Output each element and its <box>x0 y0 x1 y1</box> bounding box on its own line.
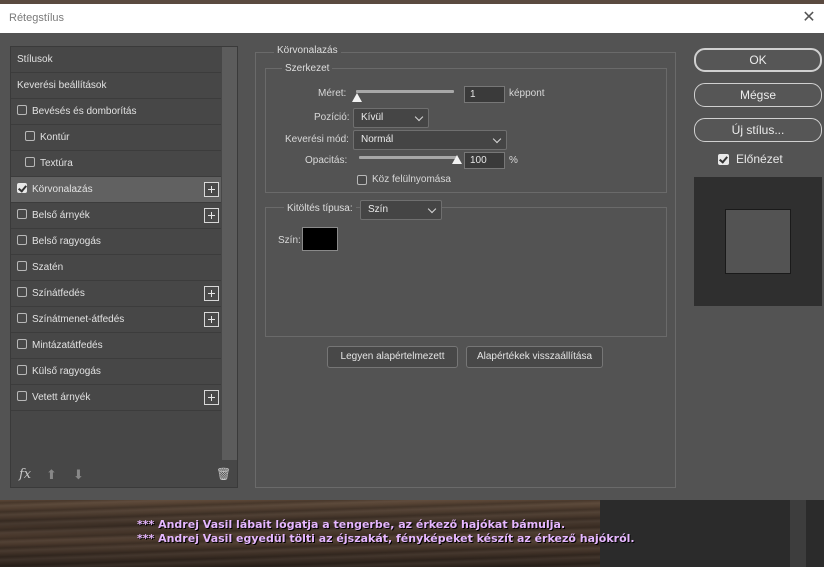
style-checkbox[interactable] <box>25 131 35 141</box>
cancel-button[interactable]: Mégse <box>694 83 822 107</box>
fill-type-value: Szín <box>368 204 389 215</box>
style-list-item[interactable]: Belső ragyogás <box>11 229 221 255</box>
chevron-down-icon <box>427 204 437 214</box>
style-item-label: Színátmenet-átfedés <box>32 314 125 325</box>
chat-line: *** Andrej Vasil lábait lógatja a tenger… <box>137 518 566 531</box>
style-list-item[interactable]: Szatén <box>11 255 221 281</box>
reset-default-button[interactable]: Alapértékek visszaállítása <box>466 346 603 368</box>
chat-overlay: *** Andrej Vasil lábait lógatja a tenger… <box>137 518 635 546</box>
style-checkbox[interactable] <box>17 339 27 349</box>
blend-mode-label: Keverési mód: <box>285 134 349 145</box>
style-item-label: Belső árnyék <box>32 210 90 221</box>
style-item-label: Mintázatátfedés <box>32 340 103 351</box>
style-item-label: Külső ragyogás <box>32 366 101 377</box>
size-label: Méret: <box>318 88 347 99</box>
style-item-label: Szatén <box>32 262 64 273</box>
style-list-item[interactable]: Vetett árnyék <box>11 385 221 411</box>
section-title: Körvonalazás <box>274 45 341 56</box>
overprint-checkbox[interactable] <box>357 175 367 185</box>
opacity-slider-thumb[interactable] <box>452 155 462 164</box>
color-swatch[interactable] <box>302 227 338 251</box>
style-list-item[interactable]: Bevésés és domborítás <box>11 99 221 125</box>
blend-mode-select[interactable]: Normál <box>353 130 507 150</box>
style-list-item[interactable]: Textúra <box>11 151 221 177</box>
style-item-label: Színátfedés <box>32 288 85 299</box>
opacity-input[interactable]: 100 <box>464 152 505 169</box>
style-checkbox[interactable] <box>17 235 27 245</box>
color-label: Szín: <box>278 235 301 246</box>
trash-icon[interactable]: 🗑 <box>216 467 231 481</box>
preview-box <box>694 177 822 306</box>
fill-type-label: Kitöltés típusa: <box>284 203 356 214</box>
title-bar: Rétegstílus ✕ <box>0 4 824 33</box>
style-item-label: Körvonalazás <box>32 184 93 195</box>
opacity-slider[interactable] <box>359 156 457 159</box>
add-effect-icon[interactable] <box>204 312 219 327</box>
style-list-item[interactable]: Mintázatátfedés <box>11 333 221 359</box>
opacity-unit: % <box>509 155 518 166</box>
style-list-scrollbar[interactable] <box>222 47 237 460</box>
preview-label: Előnézet <box>736 152 783 166</box>
fill-type-select[interactable]: Szín <box>360 200 442 220</box>
add-effect-icon[interactable] <box>204 182 219 197</box>
style-checkbox[interactable] <box>17 209 27 219</box>
style-item-label: Belső ragyogás <box>32 236 101 247</box>
position-value: Kívül <box>361 112 384 123</box>
window-title: Rétegstílus <box>9 12 65 24</box>
style-list-item[interactable]: Stílusok <box>11 47 221 73</box>
style-checkbox[interactable] <box>17 365 27 375</box>
opacity-label: Opacitás: <box>305 155 348 166</box>
style-checkbox[interactable] <box>17 313 27 323</box>
style-item-label: Kontúr <box>40 132 70 143</box>
style-list-item[interactable]: Színátfedés <box>11 281 221 307</box>
move-down-icon[interactable]: ⬇ <box>73 467 84 483</box>
style-item-label: Stílusok <box>17 54 53 65</box>
style-item-label: Textúra <box>40 158 73 169</box>
structure-title: Szerkezet <box>282 63 333 74</box>
style-checkbox[interactable] <box>17 261 27 271</box>
chevron-down-icon <box>492 134 502 144</box>
size-slider-thumb[interactable] <box>352 93 362 102</box>
chat-line: *** Andrej Vasil egyedül tölti az éjszak… <box>137 532 635 545</box>
close-icon[interactable]: ✕ <box>798 7 820 29</box>
fx-icon[interactable]: fx <box>19 467 31 482</box>
chevron-down-icon <box>414 112 424 122</box>
style-checkbox[interactable] <box>17 391 27 401</box>
preview-thumbnail <box>725 209 791 274</box>
position-select[interactable]: Kívül <box>353 108 429 128</box>
style-list-item[interactable]: Belső árnyék <box>11 203 221 229</box>
style-item-label: Keverési beállítások <box>17 80 107 91</box>
add-effect-icon[interactable] <box>204 208 219 223</box>
size-slider[interactable] <box>356 90 454 93</box>
list-toolbar: fx ⬆ ⬇ 🗑 <box>11 462 237 488</box>
position-label: Pozíció: <box>314 112 350 123</box>
move-up-icon[interactable]: ⬆ <box>46 467 57 483</box>
style-list-item[interactable]: Kontúr <box>11 125 221 151</box>
style-checkbox[interactable] <box>17 287 27 297</box>
style-list-item[interactable]: Színátmenet-átfedés <box>11 307 221 333</box>
size-unit: képpont <box>509 88 545 99</box>
overprint-label: Köz felülnyomása <box>372 174 451 185</box>
blend-mode-value: Normál <box>361 134 394 145</box>
size-input[interactable]: 1 <box>464 86 505 103</box>
make-default-button[interactable]: Legyen alapértelmezett <box>327 346 458 368</box>
style-list-item[interactable]: Körvonalazás <box>11 177 221 203</box>
style-list-item[interactable]: Külső ragyogás <box>11 359 221 385</box>
add-effect-icon[interactable] <box>204 390 219 405</box>
add-effect-icon[interactable] <box>204 286 219 301</box>
game-background-bar <box>790 500 806 567</box>
style-checkbox[interactable] <box>25 157 35 167</box>
new-style-button[interactable]: Új stílus... <box>694 118 822 142</box>
style-checkbox[interactable] <box>17 183 27 193</box>
style-item-label: Bevésés és domborítás <box>32 106 137 117</box>
style-item-label: Vetett árnyék <box>32 392 91 403</box>
preview-checkbox[interactable] <box>718 154 729 165</box>
style-list-item[interactable]: Keverési beállítások <box>11 73 221 99</box>
ok-button[interactable]: OK <box>694 48 822 72</box>
style-checkbox[interactable] <box>17 105 27 115</box>
